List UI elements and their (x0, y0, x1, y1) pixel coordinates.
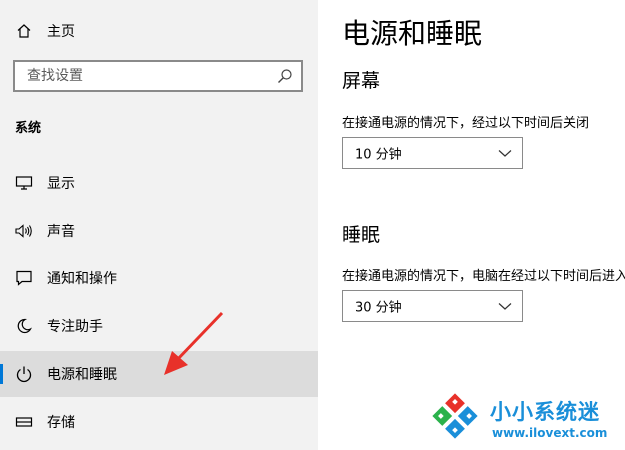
screen-description: 在接通电源的情况下，经过以下时间后关闭 (342, 116, 590, 131)
sidebar-item-label: 专注助手 (47, 319, 103, 335)
sidebar-item-label: 声音 (47, 224, 75, 240)
sidebar-item-storage[interactable]: 存储 (0, 399, 318, 445)
sidebar-item-notifications[interactable]: 通知和操作 (0, 255, 318, 301)
sidebar-item-label: 显示 (47, 176, 75, 192)
home-icon (14, 21, 34, 41)
selection-indicator (0, 364, 3, 384)
section-title: 系统 (15, 121, 42, 136)
screen-heading: 屏幕 (342, 70, 381, 92)
screen-timeout-value: 10 分钟 (355, 147, 402, 163)
monitor-icon (14, 173, 34, 193)
watermark-logo-icon (432, 393, 478, 439)
home-label: 主页 (47, 24, 75, 40)
search-input[interactable] (27, 62, 267, 90)
screen-timeout-dropdown[interactable]: 10 分钟 (342, 137, 523, 169)
storage-icon (14, 412, 34, 432)
sleep-timeout-dropdown[interactable]: 30 分钟 (342, 290, 523, 322)
sleep-description: 在接通电源的情况下，电脑在经过以下时间后进入睡眠状态 (342, 269, 625, 284)
watermark-url: www.ilovext.com (492, 426, 608, 440)
power-icon (14, 364, 34, 384)
sidebar-item-label: 通知和操作 (47, 271, 117, 287)
search-box[interactable] (13, 60, 303, 92)
sidebar-item-home[interactable]: 主页 (0, 8, 318, 54)
annotation-arrow (164, 311, 224, 375)
sidebar: 主页 系统 显示 声音 通知和操作 专注助手 (0, 0, 318, 450)
sidebar-item-label: 存储 (47, 415, 75, 431)
sleep-timeout-value: 30 分钟 (355, 300, 402, 316)
sleep-heading: 睡眠 (342, 224, 381, 246)
sidebar-item-label: 电源和睡眠 (47, 367, 117, 383)
page-title: 电源和睡眠 (342, 17, 483, 50)
sidebar-item-display[interactable]: 显示 (0, 160, 318, 206)
watermark-brand: 小小系统迷 (490, 400, 600, 424)
sidebar-item-sound[interactable]: 声音 (0, 208, 318, 254)
speaker-icon (14, 221, 34, 241)
search-icon[interactable] (277, 68, 293, 84)
main-content: 电源和睡眠 屏幕 在接通电源的情况下，经过以下时间后关闭 10 分钟 睡眠 在接… (318, 0, 625, 450)
notification-icon (14, 268, 34, 288)
chevron-down-icon (498, 303, 512, 310)
chevron-down-icon (498, 150, 512, 157)
moon-icon (14, 316, 34, 336)
